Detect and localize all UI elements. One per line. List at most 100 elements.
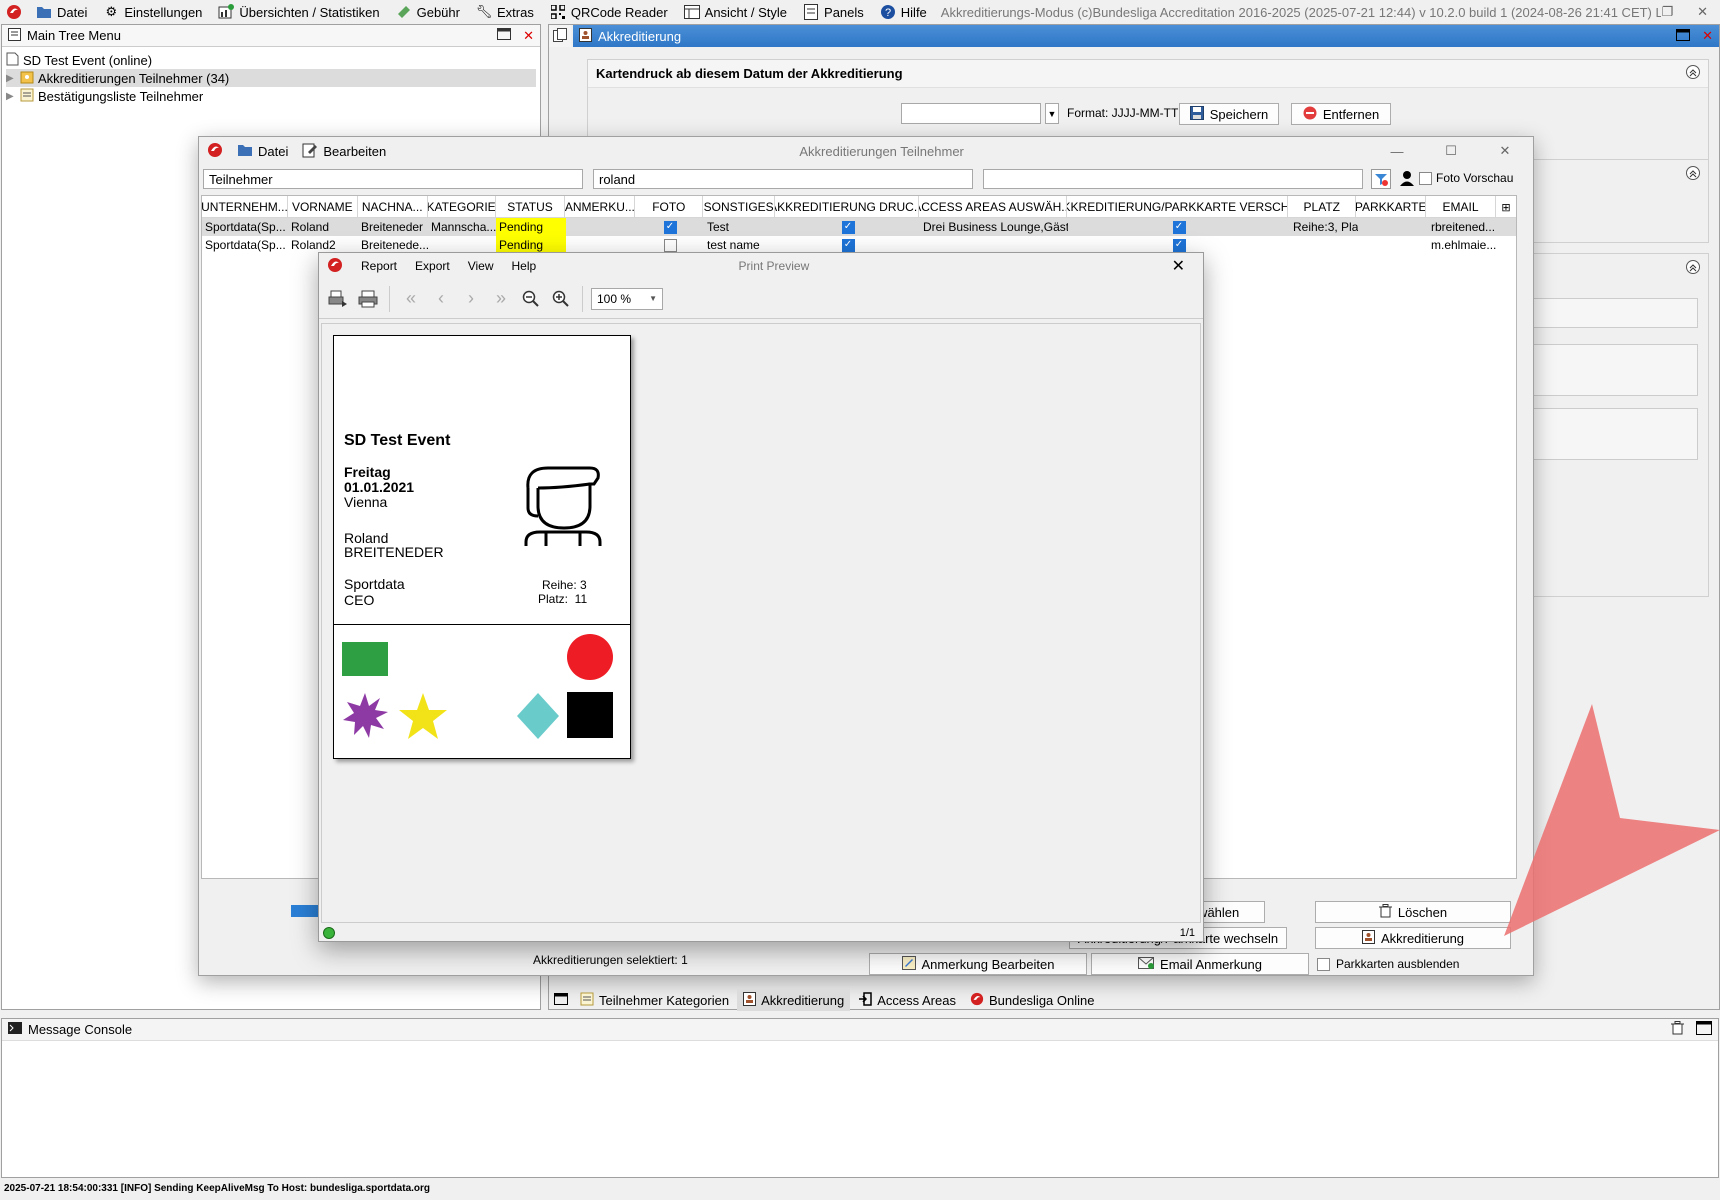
druck-checkbox[interactable]: ✓ (841, 238, 855, 252)
hide-parking-checkbox[interactable] (1317, 957, 1330, 971)
close-panel-icon[interactable]: ✕ (1702, 28, 1713, 44)
first-page-icon[interactable]: « (398, 286, 424, 312)
zoom-select[interactable]: 100 % ▼ (591, 287, 663, 310)
col-anmerkung[interactable]: ANMERKU... (565, 196, 636, 218)
pp-menu-report[interactable]: Report (361, 259, 397, 273)
close-panel-icon[interactable]: ✕ (523, 28, 534, 44)
twin-title: Akkreditierungen Teilnehmer (799, 143, 964, 159)
side-toggle[interactable] (549, 25, 571, 47)
tab-akkreditierung[interactable]: Akkreditierung (737, 989, 851, 1011)
edit-note-button[interactable]: Anmerkung Bearbeiten (869, 953, 1087, 975)
menu-tree-icon (8, 27, 21, 44)
col-status[interactable]: STATUS (496, 196, 566, 218)
menu-hilfe[interactable]: ? Hilfe (872, 0, 935, 24)
menu-panels[interactable]: Panels (795, 0, 872, 24)
photo-preview-toggle[interactable]: Foto Vorschau (1419, 171, 1513, 185)
close-icon[interactable]: ✕ (1697, 4, 1708, 20)
pp-menu-export[interactable]: Export (415, 259, 450, 273)
zoom-out-icon[interactable] (518, 286, 544, 312)
menu-extras[interactable]: 🔧︎ Extras (468, 0, 542, 24)
print-icon[interactable] (355, 286, 381, 312)
print-setup-icon[interactable] (325, 286, 351, 312)
restore-icon[interactable]: ❐ (1661, 4, 1673, 20)
druck-checkbox[interactable]: ✓ (841, 220, 855, 234)
foto-checkbox[interactable]: ✓ (663, 220, 677, 234)
col-platz[interactable]: PLATZ (1288, 196, 1357, 218)
trash-icon (1378, 903, 1392, 921)
menu-ansicht[interactable]: Ansicht / Style (676, 0, 795, 24)
maximize-icon[interactable] (497, 28, 512, 43)
delete-button[interactable]: Löschen (1315, 901, 1511, 923)
email-note-button[interactable]: Email Anmerkung (1091, 953, 1309, 975)
col-sonstiges[interactable]: SONSTIGES (703, 196, 776, 218)
col-unternehmen[interactable]: UNTERNEHM... (202, 196, 288, 218)
date-input[interactable] (901, 103, 1041, 124)
status-badge: Pending (496, 218, 566, 236)
expand-arrow-icon[interactable]: ▶ (6, 91, 16, 102)
trash-icon[interactable] (1671, 1021, 1684, 1038)
column-chooser-icon[interactable]: ⊞ (1496, 196, 1516, 218)
collapse-icon[interactable] (1686, 260, 1700, 277)
tree-root[interactable]: SD Test Event (online) (6, 51, 536, 69)
pp-menu-help[interactable]: Help (512, 259, 537, 273)
twin-menu-datei[interactable]: Datei (237, 139, 288, 163)
maximize-icon[interactable] (1676, 28, 1691, 44)
close-icon[interactable]: ✕ (1485, 143, 1525, 159)
col-nachname[interactable]: NACHNA... (358, 196, 428, 218)
twin-menu-bearbeiten[interactable]: Bearbeiten (302, 139, 386, 163)
minimize-icon[interactable]: — (1377, 144, 1417, 159)
card-position: CEO (344, 592, 375, 608)
versch-checkbox[interactable]: ✓ (1172, 238, 1186, 252)
zoom-in-icon[interactable] (548, 286, 574, 312)
remove-button[interactable]: Entfernen (1291, 103, 1391, 125)
collapse-icon[interactable] (1686, 166, 1700, 183)
pp-menu-view[interactable]: View (468, 259, 494, 273)
wrench-icon: 🔧︎ (475, 4, 493, 19)
layout-icon[interactable] (550, 992, 572, 1008)
accreditation-button[interactable]: Akkreditierung (1315, 927, 1511, 949)
tab-access-areas[interactable]: Access Areas (852, 989, 962, 1011)
menu-einstellungen[interactable]: ⚙ Einstellungen (95, 0, 210, 24)
col-parkkarte[interactable]: PARKKARTE (1356, 196, 1427, 218)
card-city: Vienna (344, 494, 388, 510)
col-akkreditierung-druck[interactable]: AKKREDITIERUNG DRUC... (775, 196, 919, 218)
next-page-icon[interactable]: › (458, 286, 484, 312)
collapse-icon[interactable] (1686, 65, 1700, 82)
tab-teilnehmer-kategorien[interactable]: Teilnehmer Kategorien (574, 989, 735, 1011)
menu-gebuehr[interactable]: Gebühr (388, 0, 468, 24)
maximize-icon[interactable]: ☐ (1431, 143, 1471, 159)
table-row[interactable]: Sportdata(Sp... Roland Breiteneder Manns… (202, 218, 1516, 236)
menu-datei[interactable]: Datei (28, 0, 95, 24)
filter-field-search[interactable]: roland (593, 169, 973, 189)
app-logo-icon (207, 142, 223, 161)
edit-icon (302, 142, 318, 161)
note-edit-icon (901, 955, 916, 973)
photo-preview-checkbox[interactable] (1419, 171, 1432, 185)
tree-item-bestaetigungsliste[interactable]: ▶ Bestätigungsliste Teilnehmer (6, 87, 536, 105)
col-email[interactable]: EMAIL (1426, 196, 1496, 218)
filter-field-extra[interactable] (983, 169, 1363, 189)
filter-clear-icon[interactable] (1371, 169, 1391, 189)
foto-checkbox[interactable] (663, 238, 677, 252)
col-foto[interactable]: FOTO (635, 196, 704, 218)
save-button[interactable]: Speichern (1179, 103, 1279, 125)
versch-checkbox[interactable]: ✓ (1172, 220, 1186, 234)
expand-arrow-icon[interactable]: ▶ (6, 73, 16, 84)
card-row: Reihe: 3 (542, 578, 587, 592)
hide-parking-toggle[interactable]: Parkkarten ausblenden (1317, 957, 1459, 971)
menu-qrcode[interactable]: QRCode Reader (542, 0, 676, 24)
col-kategorie[interactable]: KATEGORIE (428, 196, 496, 218)
tab-bundesliga-online[interactable]: Bundesliga Online (964, 989, 1101, 1011)
filter-field-type[interactable]: Teilnehmer (203, 169, 583, 189)
console-title: Message Console (28, 1022, 133, 1037)
close-icon[interactable]: ✕ (1172, 256, 1185, 276)
maximize-icon[interactable] (1696, 1021, 1712, 1038)
last-page-icon[interactable]: » (488, 286, 514, 312)
col-access-areas[interactable]: ACCESS AREAS AUSWÄH... (919, 196, 1067, 218)
tree-item-akkreditierungen[interactable]: ▶ Akkreditierungen Teilnehmer (34) (6, 69, 536, 87)
col-versch[interactable]: AKKREDITIERUNG/PARKKARTE VERSCH... (1067, 196, 1289, 218)
prev-page-icon[interactable]: ‹ (428, 286, 454, 312)
col-vorname[interactable]: VORNAME (288, 196, 358, 218)
menu-uebersichten[interactable]: Übersichten / Statistiken (210, 0, 387, 24)
date-dropdown-button[interactable]: ▼ (1045, 103, 1059, 124)
